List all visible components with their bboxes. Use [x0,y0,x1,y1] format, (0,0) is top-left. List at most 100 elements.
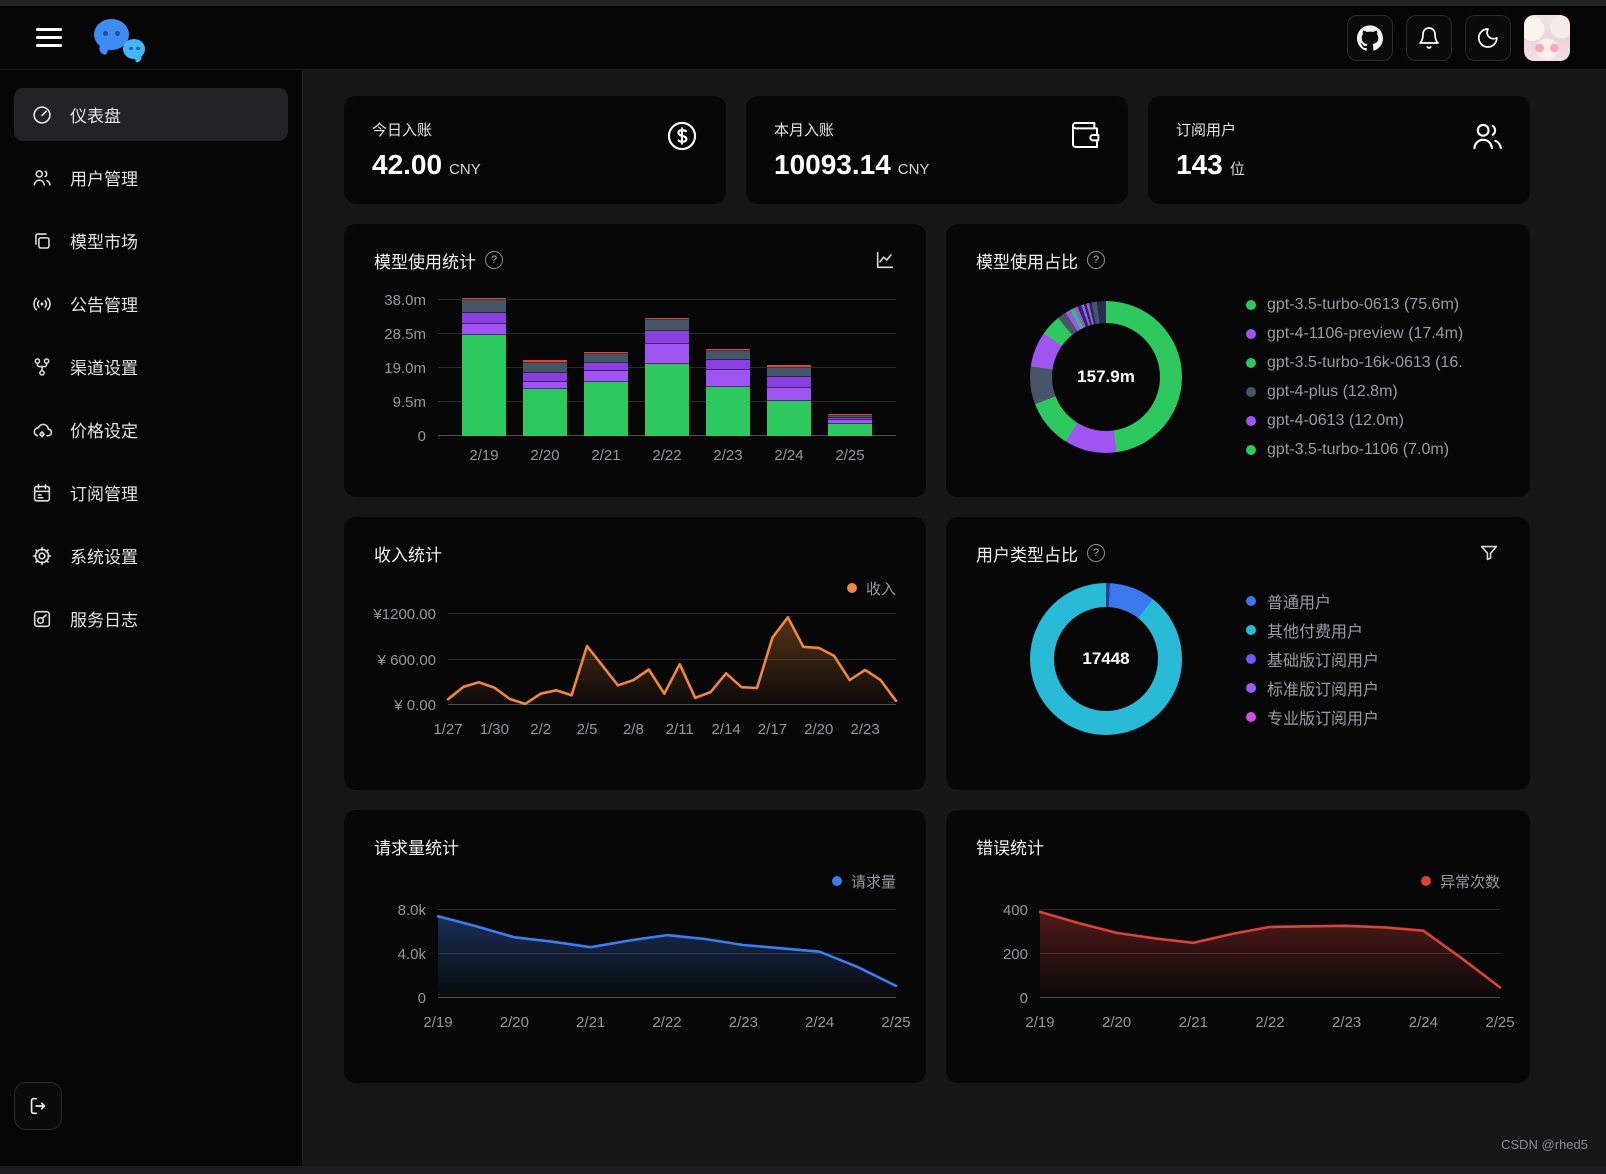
bar-segment-gpt-3.5-turbo [828,424,872,436]
y-tick-label: ¥ 0.00 [394,697,436,714]
income-line-chart: ¥ 0.00¥ 600.00¥1200.001/271/302/22/52/82… [374,609,896,741]
legend-label: gpt-3.5-turbo-16k-0613 (16. [1267,354,1463,372]
y-tick-label: ¥ 600.00 [378,652,436,669]
stat-title: 今日入账 [372,119,698,140]
x-tick-label: 2/5 [577,721,598,738]
legend-item[interactable]: 基础版订阅用户 [1246,645,1500,674]
x-tick-label: 2/11 [666,721,694,738]
notifications-button[interactable] [1406,15,1452,61]
chart-title: 用户类型占比 [976,541,1078,566]
bar-segment-gpt-3.5-turbo [523,389,567,436]
help-icon[interactable]: ? [1087,251,1105,269]
legend-dot [1246,625,1256,635]
legend-item[interactable]: gpt-3.5-turbo-16k-0613 (16. [1246,348,1500,377]
github-button[interactable] [1347,15,1393,61]
logout-icon [27,1095,49,1117]
users-icon [1469,119,1503,158]
card-header: 请求量统计 [374,834,896,858]
sidebar-item-dashboard[interactable]: 仪表盘 [14,88,288,141]
legend-item[interactable]: gpt-4-0613 (12.0m) [1246,406,1500,435]
y-tick-label: 200 [1003,946,1028,963]
y-tick-label: 9.5m [393,394,426,411]
x-tick-label: 2/25 [1485,1014,1514,1031]
bar-segment-gpt-4-a [584,371,628,382]
gear-icon [31,545,53,567]
legend-item[interactable]: 其他付费用户 [1246,616,1500,645]
bar-2/23 [706,349,750,436]
main-content: 今日入账 42.00CNY 本月入账 10093.14CNY 订阅用户 143位… [304,70,1606,1166]
theme-toggle-button[interactable] [1465,15,1511,61]
legend-label: 其他付费用户 [1267,618,1363,642]
sidebar-item-users[interactable]: 用户管理 [14,151,288,204]
user-type-donut-chart: 17448 [1030,583,1182,735]
x-tick-label: 1/30 [480,721,509,738]
x-tick-label: 2/23 [729,1014,758,1031]
legend-item[interactable]: 普通用户 [1246,587,1500,616]
bar-segment-gpt-3.5-turbo [645,364,689,436]
x-tick-label: 1/27 [433,721,462,738]
help-icon[interactable]: ? [1087,544,1105,562]
chart-type-toggle-button[interactable] [874,249,896,271]
sidebar-item-announcements[interactable]: 公告管理 [14,277,288,330]
sidebar-item-subscriptions[interactable]: 订阅管理 [14,466,288,519]
gauge-icon [31,104,53,126]
sidebar-item-label: 系统设置 [70,543,138,568]
card-header: 模型使用占比 ? [976,248,1500,272]
legend-item[interactable]: gpt-4-1106-preview (17.4m) [1246,319,1500,348]
legend-item[interactable]: gpt-3.5-turbo-0613 (75.6m) [1246,290,1500,319]
sidebar-item-pricing[interactable]: 价格设定 [14,403,288,456]
help-icon[interactable]: ? [485,251,503,269]
bar-2/19 [462,298,506,436]
sidebar-item-settings[interactable]: 系统设置 [14,529,288,582]
card-header: 收入统计 [374,541,896,565]
logout-button[interactable] [14,1082,62,1130]
legend-label: gpt-4-0613 (12.0m) [1267,412,1404,430]
legend-item[interactable]: 专业版订阅用户 [1246,703,1500,732]
navbar-actions [1347,15,1570,61]
sidebar-item-logs[interactable]: 服务日志 [14,592,288,645]
bar-segment-gpt-4-plus [523,363,567,373]
legend-label: 异常次数 [1440,871,1500,892]
moon-icon [1476,26,1500,50]
legend-item[interactable]: gpt-3.5-turbo-1106 (7.0m) [1246,435,1500,464]
x-tick-label: 2/23 [706,447,750,464]
topology-icon [31,356,53,378]
sidebar-item-models[interactable]: 模型市场 [14,214,288,267]
sidebar-item-label: 渠道设置 [70,354,138,379]
y-tick-label: 400 [1003,902,1028,919]
app-logo-chat-bubbles-icon[interactable] [94,16,148,60]
bar-segment-gpt-4-a [767,388,811,402]
income-chart-card: 收入统计 收入 ¥ 0.00¥ 600.00¥1200.001/271/302/… [344,517,926,790]
legend-dot [847,583,857,593]
x-tick-label: 2/20 [523,447,567,464]
user-avatar[interactable] [1524,15,1570,61]
dollar-coin-icon [665,119,699,158]
legend-item[interactable]: gpt-4-plus (12.8m) [1246,377,1500,406]
sidebar-item-channels[interactable]: 渠道设置 [14,340,288,393]
x-tick-label: 2/8 [623,721,644,738]
stat-title: 订阅用户 [1176,119,1502,140]
watermark: CSDN @rhed5 [1501,1137,1588,1152]
filter-button[interactable] [1478,542,1500,564]
x-tick-label: 2/24 [767,447,811,464]
chart-legend[interactable]: 异常次数 [976,870,1500,892]
chart-legend[interactable]: 收入 [374,577,896,599]
bar-segment-gpt-3.5-turbo [767,401,811,436]
legend-label: 普通用户 [1267,589,1331,613]
errors-chart-card: 错误统计 异常次数 02004002/192/202/212/222/232/2… [946,810,1530,1083]
x-tick-label: 2/21 [576,1014,605,1031]
x-tick-label: 2/21 [1179,1014,1208,1031]
bar-2/20 [523,360,567,436]
legend-label: 基础版订阅用户 [1267,647,1379,671]
broadcast-icon [31,293,53,315]
chart-title: 收入统计 [374,541,442,566]
legend-item[interactable]: 标准版订阅用户 [1246,674,1500,703]
chat-bubble-small-icon [123,39,145,59]
hamburger-menu-icon[interactable] [36,28,62,47]
bar-segment-gpt-4-b [584,363,628,371]
x-tick-label: 2/25 [828,447,872,464]
copy-icon [31,230,53,252]
chart-legend[interactable]: 请求量 [374,870,896,892]
x-tick-label: 2/25 [881,1014,910,1031]
x-tick-label: 2/23 [1332,1014,1361,1031]
